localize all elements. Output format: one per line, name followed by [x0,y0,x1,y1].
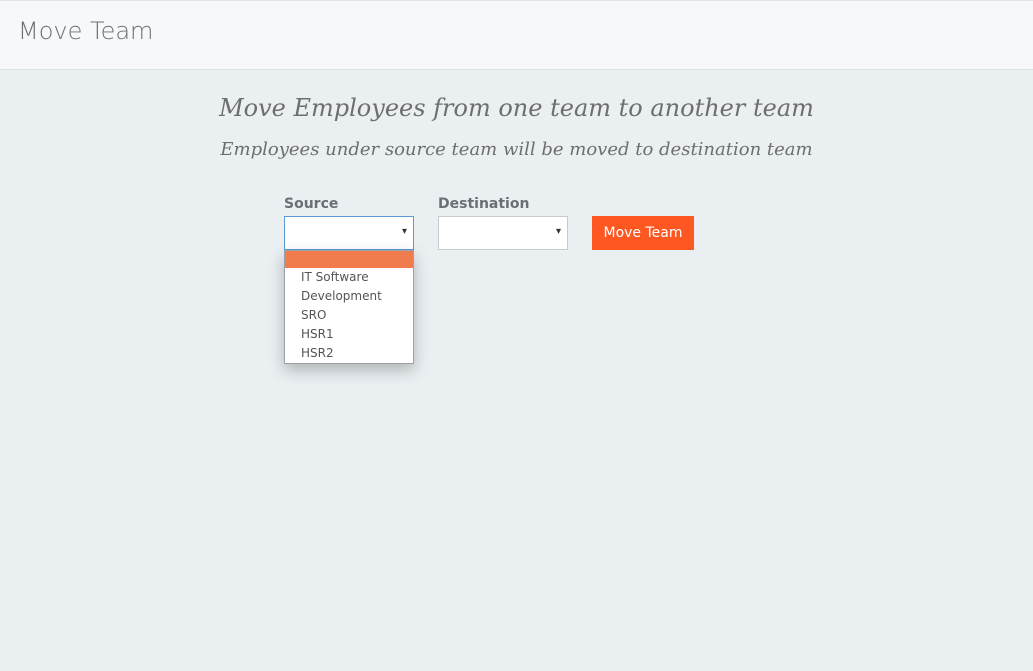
chevron-down-icon: ▾ [555,226,561,237]
move-team-button[interactable]: Move Team [592,216,694,250]
dropdown-option-sro[interactable]: SRO [285,306,413,325]
page-title: Move Team [18,17,154,45]
page-subheadline: Employees under source team will be move… [220,139,813,160]
source-label: Source [284,196,339,212]
dropdown-option-development[interactable]: Development [285,287,413,306]
top-header-bar: Move Team [0,0,1033,70]
chevron-down-icon: ▾ [401,226,407,237]
dropdown-option-empty[interactable] [285,251,413,268]
source-dropdown-list: IT Software Development SRO HSR1 HSR2 [284,250,414,364]
source-select[interactable]: ▾ [284,216,414,250]
dropdown-option-it-software[interactable]: IT Software [285,268,413,287]
dropdown-option-hsr1[interactable]: HSR1 [285,325,413,344]
page-headline: Move Employees from one team to another … [219,94,814,122]
destination-select[interactable]: ▾ [438,216,568,250]
destination-label: Destination [438,196,530,212]
dropdown-option-hsr2[interactable]: HSR2 [285,344,413,363]
